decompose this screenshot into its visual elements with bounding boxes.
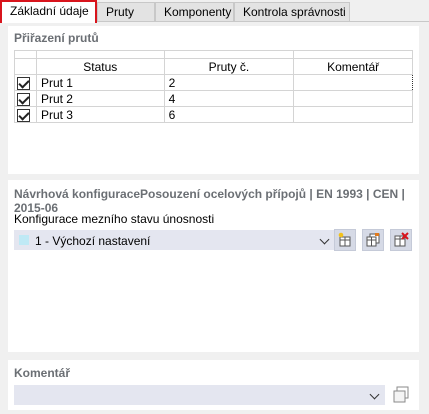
row-checkbox[interactable] xyxy=(17,92,30,106)
member-assignment-panel: Přiřazení prutů Status Pruty č. Komentář… xyxy=(8,26,419,174)
cell-status[interactable]: Prut 1 xyxy=(35,74,165,91)
member-assignment-title: Přiřazení prutů xyxy=(14,31,99,45)
design-configuration-panel: Návrhová konfiguracePosouzení ocelových … xyxy=(8,180,419,352)
table-row: Prut 1 2 xyxy=(14,74,413,91)
design-configuration-title: Návrhová konfiguracePosouzení ocelových … xyxy=(14,187,405,215)
uls-configuration-select[interactable]: 1 - Výchozí nastavení xyxy=(14,230,335,250)
tab-basic-data[interactable]: Základní údaje xyxy=(0,0,97,23)
tab-label: Základní údaje xyxy=(10,4,89,18)
tab-components[interactable]: Komponenty xyxy=(155,2,234,22)
uls-configuration-value: 1 - Výchozí nastavení xyxy=(35,234,151,248)
copy-icon xyxy=(393,386,409,403)
delete-table-icon xyxy=(394,232,409,247)
row-checkbox[interactable] xyxy=(17,76,30,90)
comment-copy-button[interactable] xyxy=(390,384,412,406)
new-document-icon xyxy=(338,232,351,247)
tab-bar: Základní údaje Pruty Komponenty Kontrola… xyxy=(0,0,429,23)
tab-members[interactable]: Pruty xyxy=(97,2,155,22)
new-configuration-button[interactable] xyxy=(334,229,356,251)
configuration-color-swatch xyxy=(19,235,29,245)
cell-status[interactable]: Prut 3 xyxy=(35,106,165,123)
member-table: Status Pruty č. Komentář Prut 1 2 Prut 2… xyxy=(14,50,413,123)
table-header: Status Pruty č. Komentář xyxy=(14,58,413,75)
cell-comment[interactable] xyxy=(293,74,413,91)
comment-title: Komentář xyxy=(14,366,71,380)
comment-panel: Komentář xyxy=(8,360,419,410)
uls-configuration-label: Konfigurace mezního stavu únosnosti xyxy=(14,212,215,226)
tab-check[interactable]: Kontrola správnosti xyxy=(234,2,350,22)
table-header-spacer xyxy=(14,50,413,59)
copy-configuration-button[interactable] xyxy=(362,229,384,251)
row-checkbox[interactable] xyxy=(17,108,30,122)
cell-member-no[interactable]: 6 xyxy=(163,106,295,123)
header-status: Status xyxy=(35,58,165,75)
cell-comment[interactable] xyxy=(293,106,413,123)
cell-status[interactable]: Prut 2 xyxy=(35,90,165,107)
chevron-down-icon xyxy=(369,389,380,400)
header-comment: Komentář xyxy=(293,58,413,75)
table-row: Prut 3 6 xyxy=(14,106,413,123)
chevron-down-icon xyxy=(319,234,330,245)
cell-comment[interactable] xyxy=(293,90,413,107)
tab-label: Komponenty xyxy=(164,5,232,19)
copy-table-icon xyxy=(366,233,380,247)
header-member-no: Pruty č. xyxy=(163,58,295,75)
tab-label: Pruty xyxy=(106,5,135,19)
header-checkbox-col xyxy=(14,58,37,75)
tab-label: Kontrola správnosti xyxy=(243,5,346,19)
delete-configuration-button[interactable] xyxy=(390,229,412,251)
table-row: Prut 2 4 xyxy=(14,90,413,107)
cell-member-no[interactable]: 2 xyxy=(163,74,295,91)
cell-member-no[interactable]: 4 xyxy=(163,90,295,107)
comment-select[interactable] xyxy=(14,385,385,405)
